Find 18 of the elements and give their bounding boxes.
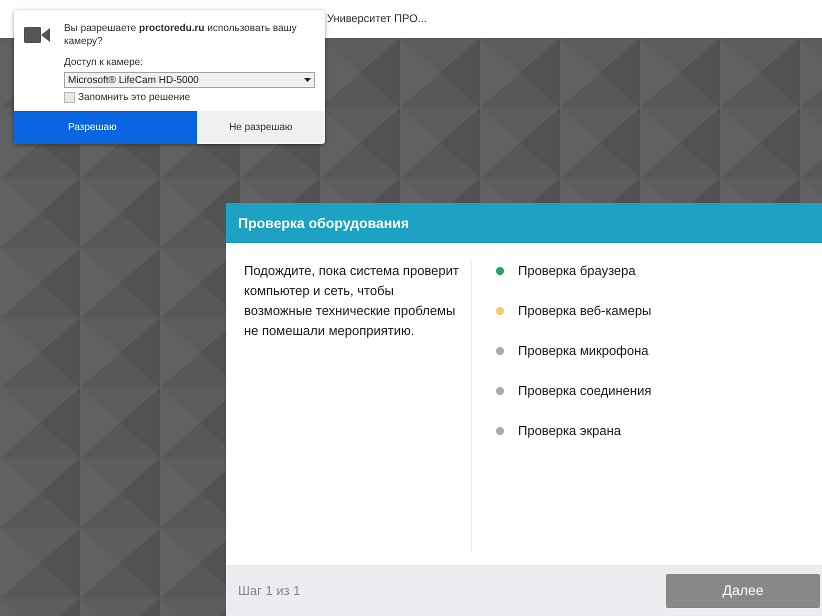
video-camera-icon [24, 26, 50, 44]
check-label: Проверка соединения [518, 382, 652, 400]
check-label: Проверка экрана [518, 422, 622, 440]
check-label: Проверка микрофона [518, 342, 649, 360]
dialog-title: Проверка оборудования [238, 214, 410, 233]
permission-button[interactable]: Не разрешаю [196, 111, 325, 144]
check-label: Проверка браузера [518, 262, 636, 280]
dropdown-caret-icon [304, 78, 311, 82]
remember-checkbox[interactable] [64, 92, 75, 103]
permission-question: Вы разрешаете proctoredu.ru использовать вашу камеру? [64, 22, 298, 48]
remember-label: Запомнить это решение [78, 91, 190, 105]
check-label: Проверка веб-камеры [518, 302, 652, 320]
tab-title[interactable]: Университет ПРО... [327, 10, 427, 28]
camera-select[interactable]: Microsoft® LifeCam HD-5000 [64, 72, 315, 88]
description-text: Подождите, пока система проверит компьютер и сеть, чтобы возможные технические проблемы не помешали мероприятию. [244, 262, 460, 340]
access-label: Доступ к камере: [64, 56, 144, 70]
step-indicator: Шаг 1 из 1 [238, 582, 300, 600]
permission-button[interactable]: Разрешаю [14, 111, 196, 144]
